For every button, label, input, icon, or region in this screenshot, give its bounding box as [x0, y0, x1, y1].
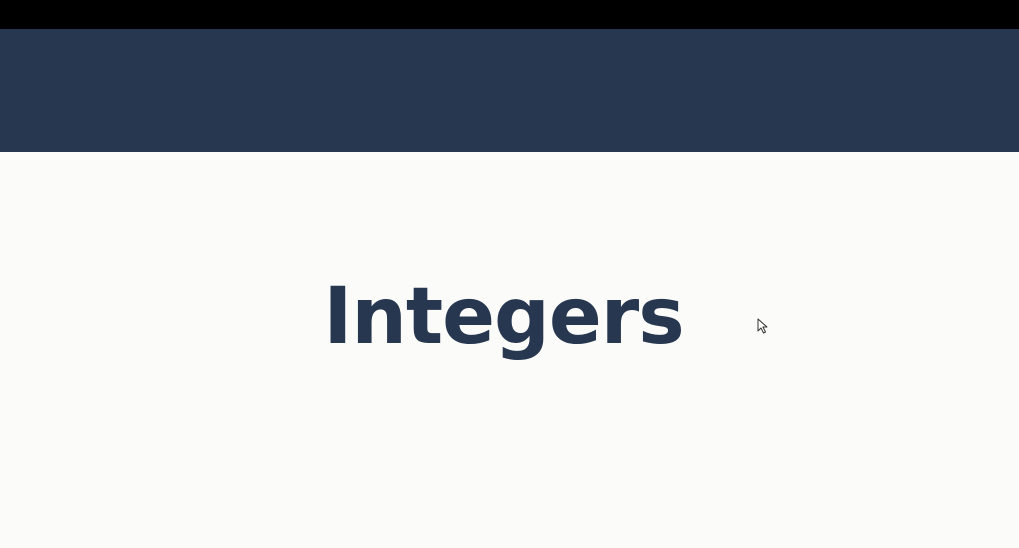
- top-black-bar: [0, 0, 1019, 29]
- mouse-pointer-icon: [757, 318, 768, 334]
- slide-title: Integers: [323, 272, 684, 362]
- slide-header-band: [0, 29, 1019, 152]
